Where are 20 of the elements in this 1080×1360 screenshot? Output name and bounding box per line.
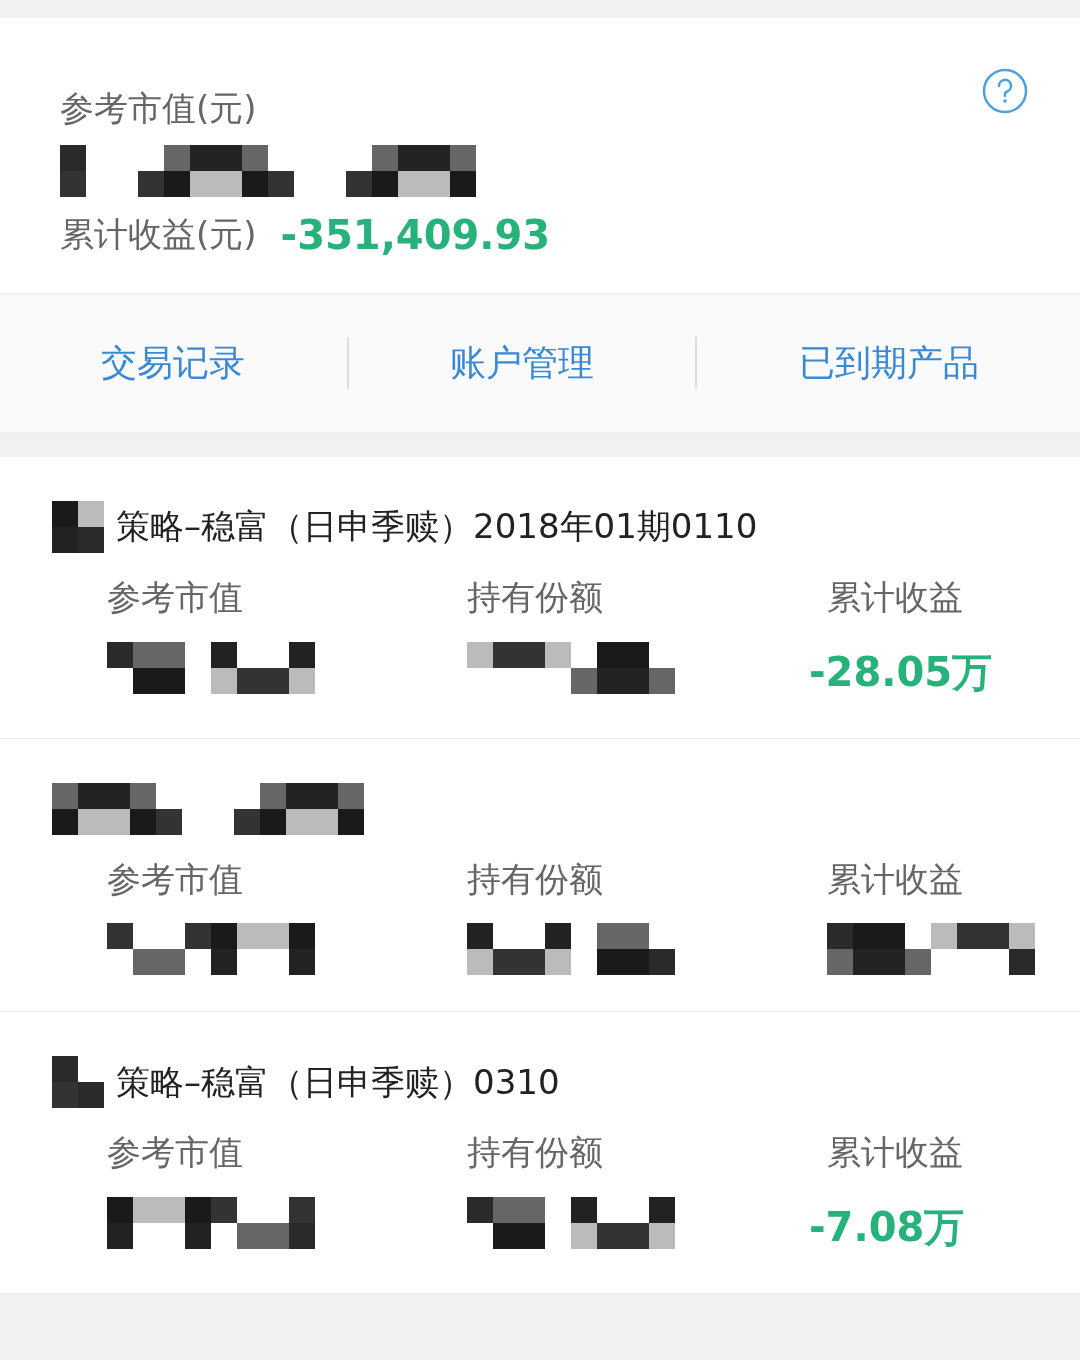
value-text: -28.05万 bbox=[809, 647, 993, 697]
field-label: 累计收益 bbox=[827, 858, 964, 900]
action-link[interactable]: 账户管理 bbox=[444, 334, 600, 391]
field-label: 参考市值 bbox=[107, 858, 244, 900]
field-label: 持有份额 bbox=[467, 576, 604, 618]
action-link[interactable]: 已到期产品 bbox=[792, 334, 985, 391]
product-title: 策略–稳富（日申季赎）2018年01期0110 bbox=[116, 505, 758, 549]
product-title: 策略–稳富（日申季赎）0310 bbox=[116, 1060, 560, 1104]
help-icon[interactable] bbox=[982, 68, 1028, 114]
field-label: 累计收益 bbox=[827, 576, 964, 618]
value-text: -351,409.93 bbox=[280, 210, 551, 260]
field-label: 持有份额 bbox=[467, 1132, 604, 1174]
field-label: 参考市值(元) bbox=[60, 88, 258, 129]
field-label: 累计收益(元) bbox=[60, 214, 257, 256]
action-link[interactable]: 交易记录 bbox=[95, 334, 252, 391]
field-label: 累计收益 bbox=[827, 1132, 964, 1174]
field-label: 参考市值 bbox=[107, 1132, 244, 1174]
field-label: 参考市值 bbox=[107, 576, 244, 618]
field-label: 持有份额 bbox=[467, 858, 604, 900]
value-text: -7.08万 bbox=[809, 1203, 965, 1253]
